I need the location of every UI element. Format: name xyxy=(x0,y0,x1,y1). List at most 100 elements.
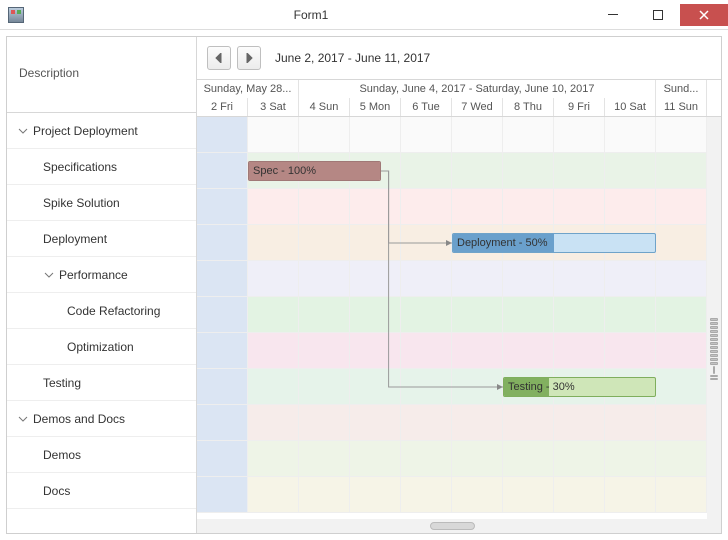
gantt-row xyxy=(197,441,707,477)
tree-row[interactable]: Performance xyxy=(7,257,196,293)
tree-row-label: Docs xyxy=(43,484,70,498)
gantt-cell xyxy=(452,117,503,152)
gantt-cell xyxy=(350,189,401,224)
gantt-cell xyxy=(350,117,401,152)
chevron-down-icon[interactable] xyxy=(17,413,29,425)
gantt-cell xyxy=(554,297,605,332)
gantt-cell xyxy=(503,153,554,188)
prev-button[interactable] xyxy=(207,46,231,70)
gantt-row xyxy=(197,297,707,333)
gantt-cell xyxy=(503,405,554,440)
gantt-cell xyxy=(605,261,656,296)
gantt-row xyxy=(197,405,707,441)
task-tree[interactable]: Project DeploymentSpecificationsSpike So… xyxy=(7,113,196,533)
gantt-cell xyxy=(605,117,656,152)
gantt-cell xyxy=(503,477,554,512)
tree-row[interactable]: Demos xyxy=(7,437,196,473)
gantt-row xyxy=(197,333,707,369)
gantt-cell xyxy=(401,261,452,296)
gantt-cell xyxy=(299,189,350,224)
gantt-panel: Description Project DeploymentSpecificat… xyxy=(6,36,722,534)
gantt-cell xyxy=(197,369,248,404)
gantt-cell xyxy=(197,117,248,152)
gantt-cell xyxy=(554,405,605,440)
gantt-cell xyxy=(656,189,707,224)
gantt-cell xyxy=(605,441,656,476)
gantt-cell xyxy=(605,297,656,332)
tree-row[interactable]: Testing xyxy=(7,365,196,401)
header-day: 9 Fri xyxy=(554,98,605,116)
maximize-button[interactable] xyxy=(635,4,680,26)
chevron-down-icon[interactable] xyxy=(17,125,29,137)
gantt-cell xyxy=(197,297,248,332)
gantt-cell xyxy=(656,405,707,440)
gantt-cell xyxy=(605,153,656,188)
header-day: 5 Mon xyxy=(350,98,401,116)
gantt-cell xyxy=(554,153,605,188)
task-bar-label: Deployment - 50% xyxy=(457,237,548,249)
app-icon xyxy=(8,7,24,23)
gantt-cell xyxy=(401,441,452,476)
gantt-cell xyxy=(248,225,299,260)
tree-row-label: Optimization xyxy=(67,340,134,354)
gantt-cell xyxy=(503,117,554,152)
gantt-cell xyxy=(605,189,656,224)
task-bar-spec[interactable]: Spec - 100% xyxy=(248,161,381,181)
header-group: Sunday, June 4, 2017 - Saturday, June 10… xyxy=(299,80,656,98)
header-group: Sunday, May 28... xyxy=(197,80,299,98)
tree-row[interactable]: Spike Solution xyxy=(7,185,196,221)
gantt-cell xyxy=(605,405,656,440)
timeline-header: Sunday, May 28...Sunday, June 4, 2017 - … xyxy=(197,79,721,117)
horizontal-scrollbar[interactable] xyxy=(197,519,707,533)
vertical-scrollbar[interactable] xyxy=(707,117,721,519)
gantt-cell xyxy=(554,477,605,512)
gantt-cell xyxy=(350,477,401,512)
date-range-label: June 2, 2017 - June 11, 2017 xyxy=(275,51,430,65)
gantt-cell xyxy=(197,261,248,296)
gantt-cell xyxy=(299,117,350,152)
close-button[interactable] xyxy=(680,4,728,26)
tree-row[interactable]: Code Refactoring xyxy=(7,293,196,329)
gantt-cell xyxy=(248,297,299,332)
scroll-thumb-icon[interactable] xyxy=(707,317,721,381)
gantt-cell xyxy=(452,153,503,188)
gantt-cell xyxy=(656,117,707,152)
gantt-cell xyxy=(554,441,605,476)
chevron-down-icon[interactable] xyxy=(43,269,55,281)
gantt-grid[interactable]: Spec - 100% Deployment - 50% Testing - 30% xyxy=(197,117,721,533)
task-bar-label: Spec - 100% xyxy=(253,165,316,177)
tree-row[interactable]: Deployment xyxy=(7,221,196,257)
gantt-cell xyxy=(248,333,299,368)
header-group: Sund... xyxy=(656,80,707,98)
gantt-row xyxy=(197,261,707,297)
tree-row[interactable]: Docs xyxy=(7,473,196,509)
gantt-cell xyxy=(656,153,707,188)
gantt-cell xyxy=(656,261,707,296)
gantt-cell xyxy=(350,225,401,260)
tree-row[interactable]: Optimization xyxy=(7,329,196,365)
tree-row[interactable]: Specifications xyxy=(7,149,196,185)
gantt-cell xyxy=(248,261,299,296)
window-title: Form1 xyxy=(32,8,590,22)
next-button[interactable] xyxy=(237,46,261,70)
task-bar-test[interactable]: Testing - 30% xyxy=(503,377,656,397)
scroll-thumb-icon[interactable] xyxy=(430,522,475,530)
gantt-cell xyxy=(656,477,707,512)
gantt-cell xyxy=(299,369,350,404)
tree-row-label: Demos and Docs xyxy=(33,412,125,426)
gantt-cell xyxy=(350,441,401,476)
gantt-cell xyxy=(299,225,350,260)
tree-row-label: Testing xyxy=(43,376,81,390)
gantt-cell xyxy=(197,477,248,512)
gantt-row xyxy=(197,477,707,513)
gantt-cell xyxy=(554,189,605,224)
gantt-cell xyxy=(299,297,350,332)
minimize-button[interactable] xyxy=(590,4,635,26)
gantt-cell xyxy=(248,477,299,512)
gantt-cell xyxy=(197,189,248,224)
tree-row[interactable]: Demos and Docs xyxy=(7,401,196,437)
gantt-cell xyxy=(197,153,248,188)
task-bar-deploy[interactable]: Deployment - 50% xyxy=(452,233,656,253)
gantt-cell xyxy=(554,261,605,296)
tree-row[interactable]: Project Deployment xyxy=(7,113,196,149)
